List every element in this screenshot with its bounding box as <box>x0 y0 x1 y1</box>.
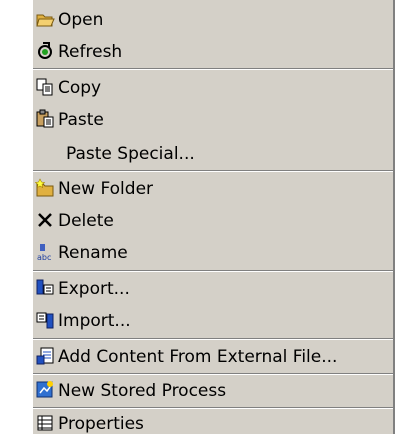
menu-item-open[interactable]: Open <box>33 4 393 36</box>
menu-item-delete[interactable]: Delete <box>33 205 393 237</box>
menu-separator <box>33 270 393 272</box>
menu-separator <box>33 170 393 172</box>
add-content-icon <box>35 346 55 366</box>
menu-item-label: Import... <box>58 311 131 331</box>
copy-icon <box>35 77 55 97</box>
menu-item-label: Copy <box>58 78 102 98</box>
menu-item-refresh[interactable]: Refresh <box>33 36 393 68</box>
menu-item-label: Refresh <box>58 42 123 62</box>
import-icon <box>35 310 55 330</box>
menu-item-label: New Folder <box>58 179 154 199</box>
menu-item-paste-special[interactable]: Paste Special... <box>33 138 393 170</box>
menu-item-label: Add Content From External File... <box>58 347 338 367</box>
menu-item-properties[interactable]: Properties <box>33 408 393 440</box>
menu-item-label: Delete <box>58 211 114 231</box>
export-icon <box>35 278 55 298</box>
menu-item-import[interactable]: Import... <box>33 305 393 337</box>
menu-item-new-stored-process[interactable]: New Stored Process <box>33 375 393 407</box>
menu-separator <box>33 68 393 70</box>
refresh-icon <box>35 41 55 61</box>
menu-item-label: Rename <box>58 243 128 263</box>
context-menu: Open Refresh Copy Paste Paste Special...… <box>33 0 395 434</box>
svg-text:abc: abc <box>37 253 51 262</box>
rename-icon: abc <box>35 242 55 262</box>
menu-item-paste[interactable]: Paste <box>33 104 393 136</box>
menu-item-label: Open <box>58 10 104 30</box>
menu-separator <box>33 338 393 340</box>
menu-item-label: Paste Special... <box>66 144 195 164</box>
menu-item-new-folder[interactable]: New Folder <box>33 173 393 205</box>
paste-icon <box>35 109 55 129</box>
menu-item-copy[interactable]: Copy <box>33 72 393 104</box>
stored-process-icon <box>35 380 55 400</box>
menu-item-label: Properties <box>58 414 144 434</box>
folder-open-icon <box>35 9 55 29</box>
menu-item-export[interactable]: Export... <box>33 273 393 305</box>
delete-icon <box>35 210 55 230</box>
menu-item-label: Export... <box>58 279 130 299</box>
new-folder-icon <box>35 178 55 198</box>
properties-icon <box>35 413 55 433</box>
menu-item-label: New Stored Process <box>58 381 227 401</box>
menu-item-label: Paste <box>58 110 104 130</box>
menu-item-add-content[interactable]: Add Content From External File... <box>33 341 393 373</box>
menu-item-rename[interactable]: abc Rename <box>33 237 393 269</box>
